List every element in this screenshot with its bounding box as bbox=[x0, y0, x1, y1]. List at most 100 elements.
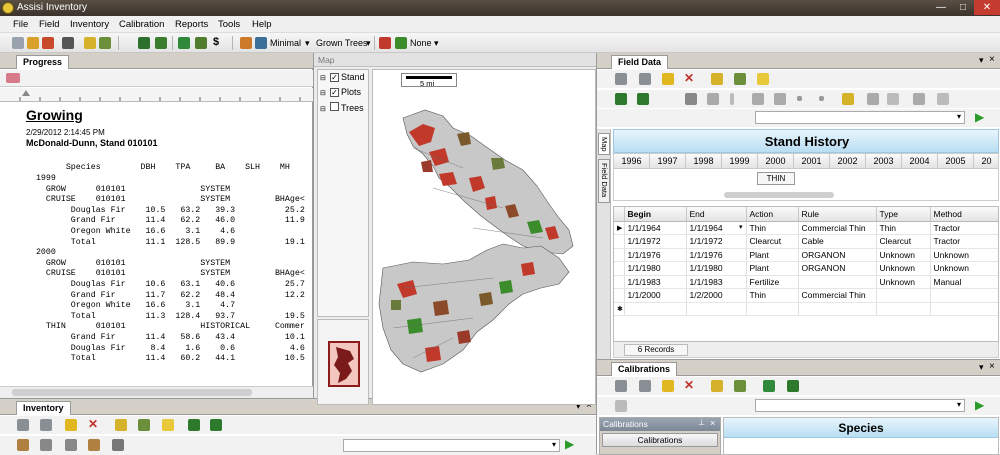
lightning-icon[interactable] bbox=[662, 380, 674, 392]
menu-calibration[interactable]: Calibration bbox=[119, 19, 164, 30]
close-icon[interactable]: × bbox=[989, 361, 995, 372]
cell[interactable]: ORGANON bbox=[798, 261, 877, 276]
open-icon[interactable] bbox=[27, 37, 39, 49]
timeline-event[interactable]: THIN bbox=[757, 172, 795, 185]
maximize-button[interactable]: □ bbox=[952, 0, 974, 15]
filter-combo[interactable]: ▾ bbox=[755, 399, 965, 412]
cell[interactable]: Clearcut bbox=[876, 234, 931, 249]
col-begin[interactable]: Begin bbox=[624, 207, 687, 222]
forest-icon[interactable] bbox=[188, 419, 200, 431]
cell[interactable]: 1/1/1980 bbox=[624, 261, 687, 276]
menu-tools[interactable]: Tools bbox=[218, 19, 240, 30]
save-all-icon[interactable] bbox=[639, 73, 651, 85]
tree-icon[interactable] bbox=[787, 380, 799, 392]
cell[interactable]: 1/1/1980 bbox=[686, 261, 747, 276]
menu-help[interactable]: Help bbox=[252, 19, 272, 30]
pointer-icon[interactable] bbox=[112, 439, 124, 451]
close-icon[interactable]: × bbox=[710, 418, 715, 428]
filter-combo[interactable]: ▾ bbox=[343, 439, 560, 452]
col-method[interactable]: Method bbox=[930, 207, 998, 222]
cell[interactable]: ORGANON bbox=[798, 248, 877, 262]
cell[interactable]: Unknown bbox=[876, 261, 931, 276]
filter-icon[interactable] bbox=[757, 73, 769, 85]
cell[interactable]: 1/1/1972 bbox=[686, 234, 747, 249]
cell[interactable]: Thin bbox=[876, 221, 931, 235]
close-button[interactable]: ✕ bbox=[974, 0, 1000, 15]
point-icon[interactable] bbox=[797, 96, 802, 101]
close-icon[interactable]: × bbox=[989, 54, 995, 65]
cell[interactable]: Tractor bbox=[930, 221, 998, 235]
minimize-button[interactable]: — bbox=[930, 0, 952, 15]
dollar-icon[interactable]: $ bbox=[213, 36, 219, 48]
select-icon[interactable] bbox=[887, 93, 899, 105]
cell[interactable]: Plant bbox=[746, 261, 799, 276]
col-action[interactable]: Action bbox=[746, 207, 799, 222]
tab-inventory[interactable]: Inventory bbox=[16, 401, 71, 415]
cell[interactable]: 1/1/1976 bbox=[686, 248, 747, 262]
stand-icon[interactable] bbox=[84, 37, 96, 49]
stand-map[interactable] bbox=[373, 88, 595, 404]
chevron-down-icon[interactable]: ▾ bbox=[979, 55, 984, 66]
zoom-icon[interactable] bbox=[867, 93, 879, 105]
forest-icon[interactable] bbox=[615, 93, 627, 105]
cell[interactable] bbox=[930, 288, 998, 303]
cell[interactable]: Fertilize bbox=[746, 275, 799, 289]
save-all-icon[interactable] bbox=[639, 380, 651, 392]
menu-reports[interactable]: Reports bbox=[175, 19, 208, 30]
chevron-down-icon[interactable]: ▾ bbox=[434, 38, 439, 49]
col-end[interactable]: End bbox=[686, 207, 747, 222]
tree-red-icon[interactable] bbox=[379, 37, 391, 49]
stand-icon[interactable] bbox=[711, 73, 723, 85]
table-row[interactable]: 1/1/2000 1/2/2000 Thin Commercial Thin bbox=[614, 288, 998, 303]
cell[interactable]: Clearcut bbox=[746, 234, 799, 249]
tab-field-data[interactable]: Field Data bbox=[611, 55, 669, 69]
map-overview[interactable] bbox=[317, 319, 369, 405]
layer-stand[interactable]: ⊟ ✓ Stand bbox=[320, 72, 365, 82]
none-select[interactable]: None bbox=[410, 38, 432, 48]
new-row[interactable]: ✱ bbox=[614, 302, 998, 316]
line-icon[interactable] bbox=[730, 93, 734, 105]
measure-icon[interactable] bbox=[752, 93, 764, 105]
cell[interactable]: Manual bbox=[930, 275, 998, 289]
cell[interactable]: Thin bbox=[746, 221, 799, 235]
grown-select[interactable]: Grown Trees bbox=[316, 38, 368, 48]
play-icon[interactable]: ▶ bbox=[975, 398, 984, 412]
save-icon[interactable] bbox=[615, 73, 627, 85]
cell[interactable]: 1/1/1964 bbox=[624, 221, 687, 235]
forest-edit-icon[interactable] bbox=[210, 419, 222, 431]
tab-calibrations[interactable]: Calibrations bbox=[611, 362, 678, 376]
hand-icon[interactable] bbox=[88, 439, 100, 451]
forest-icon[interactable] bbox=[155, 37, 167, 49]
pin-icon[interactable] bbox=[40, 439, 52, 451]
new-icon[interactable] bbox=[12, 37, 24, 49]
forest-edit-icon[interactable] bbox=[637, 93, 649, 105]
col-type[interactable]: Type bbox=[876, 207, 931, 222]
branch-icon[interactable] bbox=[774, 93, 786, 105]
calibrations-button[interactable]: Calibrations bbox=[602, 433, 718, 447]
cell[interactable]: Tractor bbox=[930, 234, 998, 249]
target-icon[interactable] bbox=[685, 93, 697, 105]
map-canvas[interactable]: 5 mi bbox=[372, 69, 596, 405]
plot-icon[interactable] bbox=[99, 37, 111, 49]
lightning-icon[interactable] bbox=[662, 73, 674, 85]
cell[interactable]: Thin bbox=[746, 288, 799, 303]
tree-stats-icon[interactable] bbox=[138, 37, 150, 49]
stand-icon[interactable] bbox=[711, 380, 723, 392]
layers-icon[interactable] bbox=[240, 37, 252, 49]
layer-trees[interactable]: ⊟ Trees bbox=[320, 102, 364, 113]
checkbox[interactable]: ✓ bbox=[330, 73, 339, 82]
cell[interactable]: 1/1/1972 bbox=[624, 234, 687, 249]
table-row[interactable]: 1/1/1972 1/1/1972 Clearcut Cable Clearcu… bbox=[614, 234, 998, 249]
cell[interactable]: 1/2/2000 bbox=[686, 288, 747, 303]
cell[interactable]: Unknown bbox=[930, 261, 998, 276]
stand-map-icon[interactable] bbox=[842, 93, 854, 105]
dot-icon[interactable] bbox=[819, 96, 824, 101]
cell[interactable] bbox=[798, 275, 877, 289]
table-row[interactable]: ▶ 1/1/1964 1/1/1964 ▾ Thin Commercial Thi… bbox=[614, 221, 998, 235]
binoculars-icon[interactable] bbox=[62, 37, 74, 49]
filter-icon[interactable] bbox=[162, 419, 174, 431]
tree-icon[interactable] bbox=[615, 400, 627, 412]
checkbox[interactable]: ✓ bbox=[330, 88, 339, 97]
pan-icon[interactable] bbox=[913, 93, 925, 105]
filter-combo[interactable]: ▾ bbox=[755, 111, 965, 124]
